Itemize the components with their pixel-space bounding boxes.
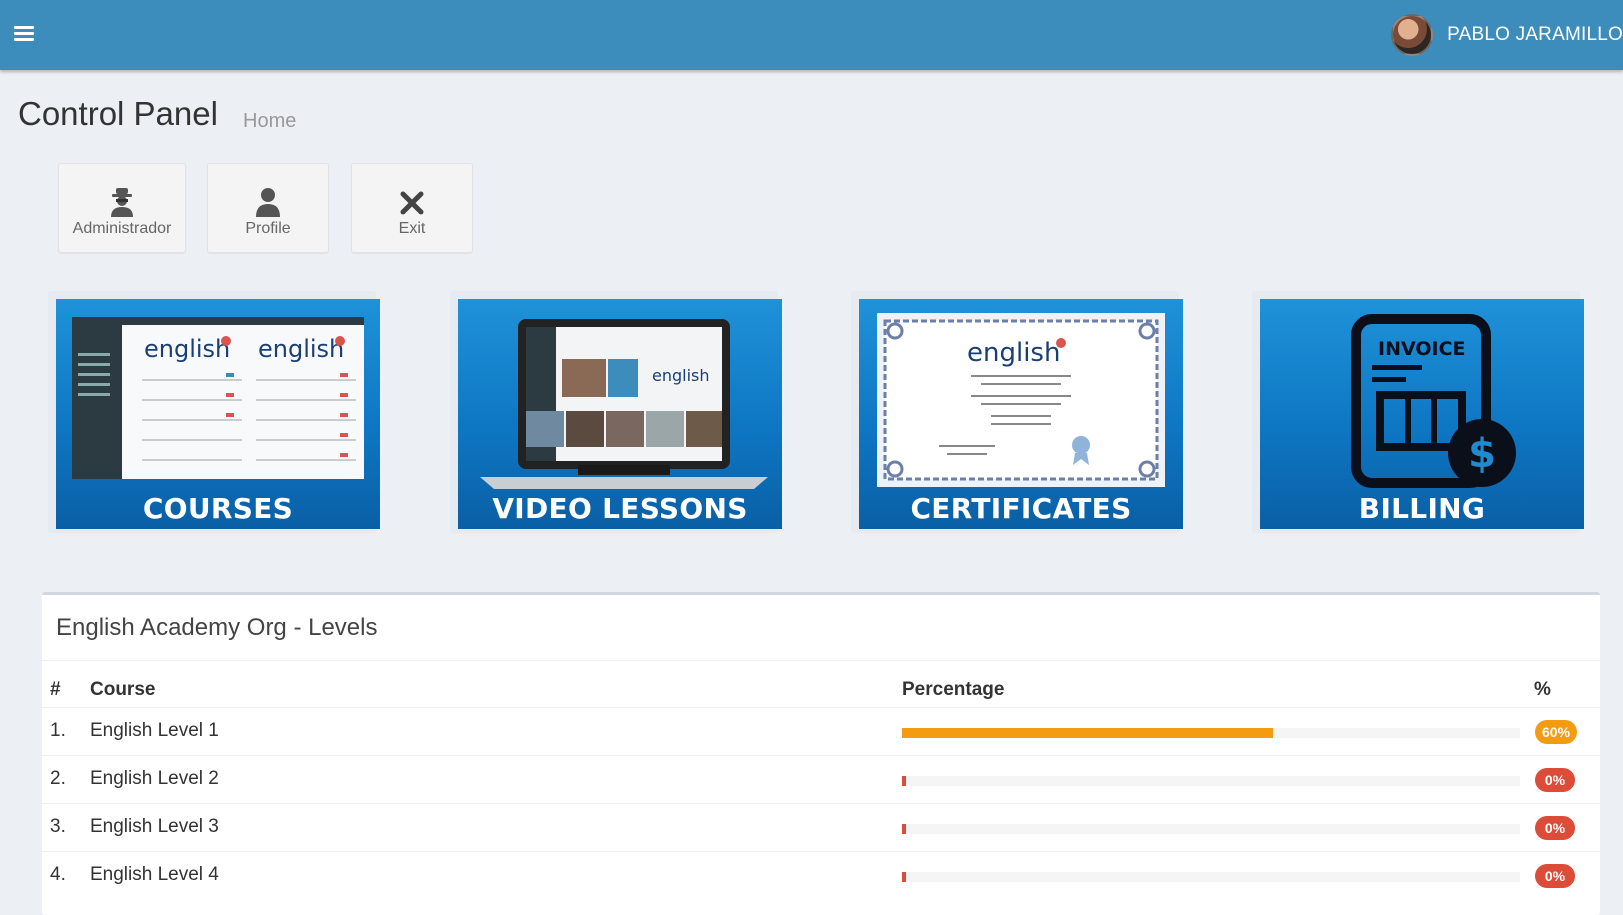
percent-badge: 0% xyxy=(1535,768,1575,792)
top-navbar: PABLO JARAMILLO xyxy=(0,0,1623,70)
progress-bar xyxy=(902,776,1520,786)
progress-bar xyxy=(902,824,1520,834)
billing-tile[interactable]: INVOICE $ BILLING xyxy=(1260,299,1584,529)
video-lessons-tile[interactable]: english VIDEO LESSONS xyxy=(458,299,782,529)
table-row: 1. English Level 1 60% xyxy=(42,707,1600,756)
exit-label: Exit xyxy=(398,220,426,237)
column-header-course: Course xyxy=(90,679,156,700)
video-lessons-label[interactable]: VIDEO LESSONS xyxy=(458,492,782,525)
courses-label[interactable]: COURSES xyxy=(56,492,380,525)
user-menu[interactable]: PABLO JARAMILLO xyxy=(1391,14,1623,56)
progress-fill xyxy=(902,776,906,786)
billing-label[interactable]: BILLING xyxy=(1260,492,1584,525)
table-row: 4. English Level 4 0% xyxy=(42,851,1600,900)
brand-text: english xyxy=(258,335,344,363)
courses-tile[interactable]: english english COURSES xyxy=(56,299,380,529)
row-number: 3. xyxy=(50,816,66,837)
course-name: English Level 1 xyxy=(90,720,219,741)
brand-text: english xyxy=(652,366,710,385)
courses-tile-container: english english COURSES xyxy=(48,291,380,533)
brand-text: english xyxy=(144,335,230,363)
table-row: 2. English Level 2 0% xyxy=(42,755,1600,804)
svg-text:$: $ xyxy=(1468,431,1496,477)
progress-bar xyxy=(902,728,1520,738)
progress-fill xyxy=(902,728,1273,738)
profile-label: Profile xyxy=(245,220,291,237)
panel-divider xyxy=(42,660,1600,661)
percent-badge: 0% xyxy=(1535,864,1575,888)
user-icon xyxy=(208,186,328,218)
row-number: 4. xyxy=(50,864,66,885)
progress-fill xyxy=(902,824,906,834)
invoice-text: INVOICE xyxy=(1378,338,1466,360)
brand-text: english xyxy=(967,338,1060,368)
panel-title: English Academy Org - Levels xyxy=(56,614,378,641)
close-icon xyxy=(352,186,472,218)
course-name: English Level 4 xyxy=(90,864,219,885)
course-name: English Level 3 xyxy=(90,816,219,837)
exit-button[interactable]: Exit xyxy=(351,163,473,253)
column-header-percent: % xyxy=(1534,679,1551,700)
page-title: Control Panel xyxy=(18,95,218,132)
user-secret-icon xyxy=(59,186,185,218)
certificates-tile-container: english CERTIFICATES xyxy=(851,291,1183,533)
progress-bar xyxy=(902,872,1520,882)
video-lessons-tile-container: english VIDEO LESSONS xyxy=(450,291,782,533)
course-name: English Level 2 xyxy=(90,768,219,789)
row-number: 1. xyxy=(50,720,66,741)
billing-tile-container: INVOICE $ BILLING xyxy=(1252,291,1584,533)
progress-fill xyxy=(902,872,906,882)
percent-badge: 0% xyxy=(1535,816,1575,840)
column-header-number: # xyxy=(50,679,61,700)
administrador-label: Administrador xyxy=(72,220,172,237)
administrador-button[interactable]: Administrador xyxy=(58,163,186,253)
table-row: 3. English Level 3 0% xyxy=(42,803,1600,852)
profile-button[interactable]: Profile xyxy=(207,163,329,253)
certificates-label[interactable]: CERTIFICATES xyxy=(859,492,1183,525)
breadcrumb[interactable]: Home xyxy=(243,110,296,133)
certificates-tile[interactable]: english CERTIFICATES xyxy=(859,299,1183,529)
user-name[interactable]: PABLO JARAMILLO xyxy=(1447,24,1623,46)
hamburger-icon[interactable] xyxy=(14,24,40,46)
column-header-percentage: Percentage xyxy=(902,679,1005,700)
levels-panel: English Academy Org - Levels # Course Pe… xyxy=(42,592,1600,915)
user-avatar[interactable] xyxy=(1391,14,1434,56)
row-number: 2. xyxy=(50,768,66,789)
percent-badge: 60% xyxy=(1535,720,1578,744)
